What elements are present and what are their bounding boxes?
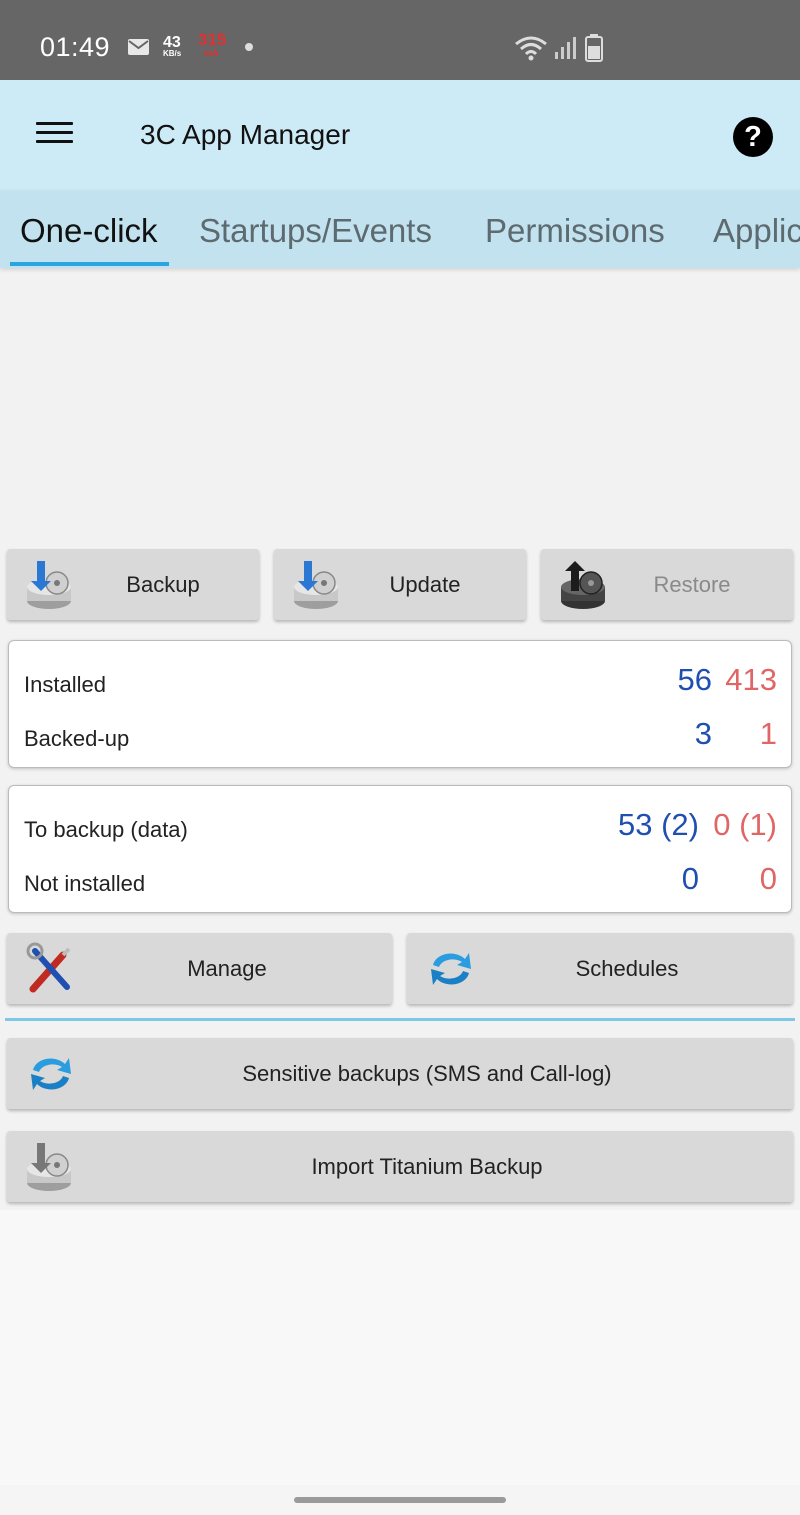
tab-bar: One-click Startups/Events Permissions Ap… [0,190,800,268]
home-gesture-handle[interactable] [294,1497,506,1503]
menu-icon-line [36,140,73,143]
installed-system-count: 413 [725,662,777,697]
installed-user-count: 56 [677,662,712,697]
menu-button[interactable] [30,116,80,156]
data-rate-unit: KB/s [163,49,182,58]
wifi-icon [515,36,547,61]
notification-dot-icon [245,43,253,51]
active-tab-indicator [10,262,169,266]
manage-button[interactable]: Manage [7,933,392,1004]
status-time: 01:49 [40,32,111,62]
not-installed-system-count: 0 [759,861,777,896]
app-bar: 3C App Manager ? [0,80,800,190]
section-divider [5,1018,795,1021]
import-titanium-backup-label: Import Titanium Backup [311,1153,543,1179]
manage-label: Manage [187,955,267,981]
tab-startups-events[interactable]: Startups/Events [199,212,432,250]
installed-label: Installed [24,672,106,697]
help-icon: ? [744,121,762,153]
backup-button[interactable]: Backup [7,549,259,620]
backed-up-label: Backed-up [24,726,130,751]
help-button[interactable]: ? [733,117,773,157]
battery-current-value: 315 [198,30,227,49]
content-background [0,1210,800,1485]
battery-current-indicator: 315 mA [198,30,227,58]
tab-permissions[interactable]: Permissions [485,212,665,250]
backup-stats-card[interactable]: To backup (data) 53 (2) 0 (1) Not instal… [8,785,792,913]
restore-label: Restore [653,571,731,597]
to-backup-label: To backup (data) [24,817,188,842]
tab-one-click[interactable]: One-click [20,212,158,250]
backed-up-system-count: 1 [759,716,777,751]
schedules-label: Schedules [575,955,679,981]
sensitive-backups-button[interactable]: Sensitive backups (SMS and Call-log) [7,1038,793,1109]
menu-icon [36,122,73,125]
not-installed-label: Not installed [24,871,146,896]
import-titanium-backup-button[interactable]: Import Titanium Backup [7,1131,793,1202]
not-installed-user-count: 0 [681,861,699,896]
status-bar: 01:49 43 KB/s 315 mA [0,0,800,80]
backup-label: Backup [126,571,200,597]
app-title: 3C App Manager [140,119,351,150]
to-backup-system-count: 0 (1) [713,807,777,842]
data-rate-indicator: 43 KB/s [163,35,182,58]
installed-stats-card[interactable]: Installed 56 413 Backed-up 3 1 [8,640,792,768]
menu-icon-line [36,131,73,134]
tab-applications[interactable]: Applic [713,212,800,250]
battery-current-unit: mA [204,48,219,58]
backed-up-user-count: 3 [694,716,712,751]
battery-icon [585,34,603,62]
update-label: Update [389,571,461,597]
restore-button[interactable]: Restore [541,549,793,620]
to-backup-user-count: 53 (2) [618,807,699,842]
sensitive-backups-label: Sensitive backups (SMS and Call-log) [242,1060,612,1086]
mail-icon [128,39,149,55]
signal-icon [555,37,576,59]
schedules-button[interactable]: Schedules [407,933,793,1004]
update-button[interactable]: Update [274,549,526,620]
